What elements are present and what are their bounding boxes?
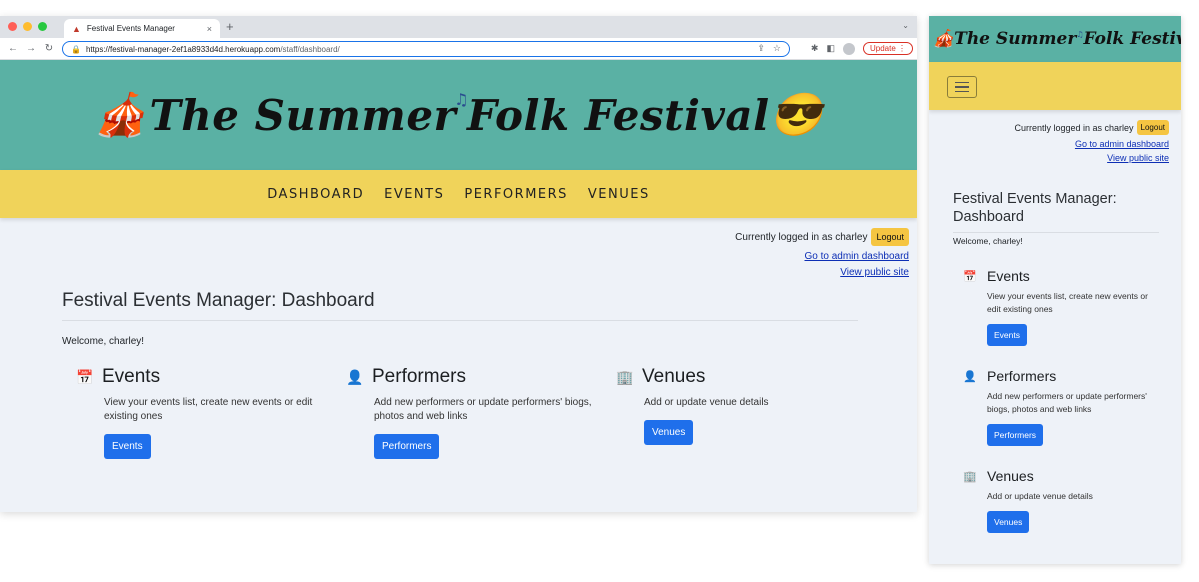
performers-button[interactable]: Performers	[374, 434, 440, 459]
events-card-title: Events	[102, 366, 161, 387]
tab-title: Festival Events Manager	[86, 24, 175, 33]
mobile-venues-card-title: Venues	[987, 468, 1034, 484]
browser-window: ▲ Festival Events Manager × + ⌄ ← → ↻ 🔒 …	[0, 16, 917, 512]
mobile-performers-button[interactable]: Performers	[987, 424, 1044, 446]
url-host: https://festival-manager-2ef1a8933d4d.he…	[85, 44, 281, 54]
share-icon[interactable]: ⇪	[757, 43, 765, 54]
brand-text-part2: Folk Festival	[467, 90, 770, 140]
dashboard-content: Currently logged in as charley Logout Go…	[0, 218, 917, 512]
browser-tab[interactable]: ▲ Festival Events Manager ×	[64, 19, 220, 38]
close-window-button[interactable]	[8, 22, 17, 31]
site-header: 🎪 The Summer ♫ Folk Festival 😎	[0, 60, 917, 170]
tent-favicon-icon: ▲	[72, 23, 81, 34]
circus-tent-icon: 🎪	[94, 90, 148, 139]
mobile-performers-card: 👤 Performers Add new performers or update…	[963, 368, 1163, 446]
venues-card-title: Venues	[642, 366, 706, 387]
new-tab-button[interactable]: +	[226, 19, 234, 34]
calendar-icon: 📅	[76, 368, 94, 385]
events-card-description: View your events list, create new events…	[104, 397, 313, 422]
mobile-page-title: Festival Events Manager: Dashboard	[953, 190, 1159, 233]
main-nav: DASHBOARD EVENTS PERFORMERS VENUES	[0, 170, 917, 218]
hamburger-menu-icon[interactable]	[947, 76, 977, 98]
mobile-site-header: 🎪The Summer♫Folk Festival😎	[929, 16, 1181, 62]
mobile-building-icon: 🏢	[963, 470, 977, 483]
events-card: 📅 Events View your events list, create ne…	[76, 366, 326, 459]
extensions-puzzle-icon[interactable]: ✱	[811, 43, 819, 54]
mobile-person-badge-icon: 👤	[963, 370, 977, 383]
festival-logo[interactable]: 🎪 The Summer ♫ Folk Festival 😎	[95, 90, 823, 140]
side-panel-icon[interactable]: ◧	[826, 43, 835, 54]
mobile-nav	[929, 62, 1181, 110]
maximize-window-button[interactable]	[38, 22, 47, 31]
mobile-admin-dashboard-link[interactable]: Go to admin dashboard	[1014, 139, 1169, 149]
mobile-performers-card-description: Add new performers or update performers'…	[987, 391, 1147, 414]
music-note-icon: ♫	[454, 89, 470, 109]
mobile-festival-logo[interactable]: 🎪The Summer♫Folk Festival😎	[933, 29, 1181, 49]
person-badge-icon: 👤	[346, 368, 364, 385]
events-button[interactable]: Events	[104, 434, 151, 459]
venues-button[interactable]: Venues	[644, 420, 694, 445]
mobile-circus-tent-icon: 🎪	[933, 29, 955, 49]
welcome-text: Welcome, charley!	[62, 336, 145, 347]
address-bar[interactable]: 🔒 https://festival-manager-2ef1a8933d4d.…	[62, 41, 790, 57]
mobile-venues-card-description: Add or update venue details	[987, 491, 1093, 501]
user-panel: Currently logged in as charley Logout Go…	[735, 228, 909, 278]
tab-search-chevron-icon[interactable]: ⌄	[902, 21, 909, 30]
forward-arrow-icon[interactable]: →	[24, 43, 38, 54]
sun-sunglasses-icon: 😎	[769, 90, 823, 139]
browser-toolbar: ← → ↻ 🔒 https://festival-manager-2ef1a89…	[0, 38, 917, 60]
mobile-public-site-link[interactable]: View public site	[1014, 153, 1169, 163]
tab-strip: ▲ Festival Events Manager × + ⌄	[0, 16, 917, 38]
venues-card-description: Add or update venue details	[644, 397, 769, 408]
building-icon: 🏢	[616, 368, 634, 385]
tab-close-icon[interactable]: ×	[207, 24, 212, 34]
minimize-window-button[interactable]	[23, 22, 32, 31]
reload-icon[interactable]: ↻	[42, 43, 56, 54]
nav-dashboard[interactable]: DASHBOARD	[267, 187, 364, 202]
mobile-venues-button[interactable]: Venues	[987, 511, 1030, 533]
nav-venues[interactable]: VENUES	[588, 187, 650, 202]
performers-card: 👤 Performers Add new performers or update…	[346, 366, 596, 459]
mobile-user-panel: Currently logged in as charley Logout Go…	[1014, 120, 1169, 163]
brand-text-part1: The Summer	[149, 90, 457, 140]
mobile-events-card-description: View your events list, create new events…	[987, 291, 1148, 314]
logout-button[interactable]: Logout	[871, 228, 909, 246]
page-title: Festival Events Manager: Dashboard	[62, 290, 858, 321]
nav-performers[interactable]: PERFORMERS	[464, 187, 568, 202]
mobile-welcome-text: Welcome, charley!	[953, 236, 1023, 246]
mobile-calendar-icon: 📅	[963, 270, 977, 283]
mobile-performers-card-title: Performers	[987, 368, 1057, 384]
update-label: Update	[869, 44, 896, 53]
profile-avatar-icon[interactable]	[842, 42, 855, 55]
update-button[interactable]: Update ⋮	[862, 42, 913, 55]
mobile-music-note-icon: ♫	[1076, 29, 1084, 39]
mobile-events-button[interactable]: Events	[987, 324, 1027, 346]
url-path: /staff/dashboard/	[280, 44, 340, 54]
lock-icon: 🔒	[71, 44, 81, 54]
performers-card-title: Performers	[372, 366, 466, 387]
mobile-logout-button[interactable]: Logout	[1136, 120, 1169, 135]
nav-events[interactable]: EVENTS	[384, 187, 444, 202]
mobile-brand-text-part2: Folk Festival	[1083, 29, 1181, 49]
window-controls	[8, 22, 47, 31]
venues-card: 🏢 Venues Add or update venue details Venu…	[616, 366, 866, 445]
mobile-events-card-title: Events	[987, 268, 1030, 284]
mobile-logged-in-text: Currently logged in as charley	[1014, 122, 1134, 133]
back-arrow-icon[interactable]: ←	[6, 43, 20, 54]
mobile-view: 🎪The Summer♫Folk Festival😎 Currently log…	[929, 16, 1181, 564]
performers-card-description: Add new performers or update performers'…	[374, 397, 592, 422]
logged-in-text: Currently logged in as charley	[735, 231, 868, 243]
mobile-venues-card: 🏢 Venues Add or update venue details Venu…	[963, 468, 1163, 533]
mobile-events-card: 📅 Events View your events list, create ne…	[963, 268, 1163, 346]
mobile-brand-text-part1: The Summer	[954, 29, 1077, 49]
public-site-link[interactable]: View public site	[735, 267, 909, 278]
admin-dashboard-link[interactable]: Go to admin dashboard	[735, 251, 909, 262]
bookmark-star-icon[interactable]: ☆	[773, 43, 781, 54]
